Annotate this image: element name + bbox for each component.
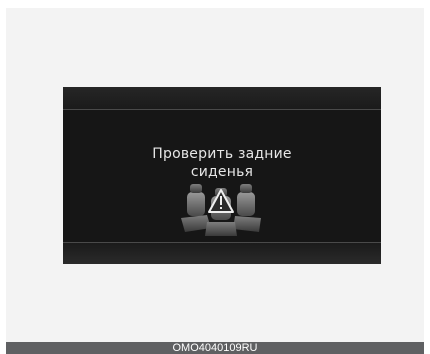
warning-message-line-1: Проверить задние xyxy=(152,146,292,162)
cluster-display: Проверить задние сиденья xyxy=(63,87,381,264)
figure-caption-bar: OMO4040109RU xyxy=(6,342,424,354)
page: Проверить задние сиденья OMO4040109RU xyxy=(0,0,430,354)
seat-right-icon xyxy=(233,184,261,232)
display-top-bar xyxy=(63,87,381,109)
seat-left-icon xyxy=(181,184,211,232)
display-content: Проверить задние сиденья xyxy=(63,110,381,242)
figure-code: OMO4040109RU xyxy=(172,342,258,354)
display-bottom-bar xyxy=(63,243,381,264)
warning-message-line-2: сиденья xyxy=(190,164,254,180)
rear-seats-warning-icon xyxy=(181,184,261,236)
